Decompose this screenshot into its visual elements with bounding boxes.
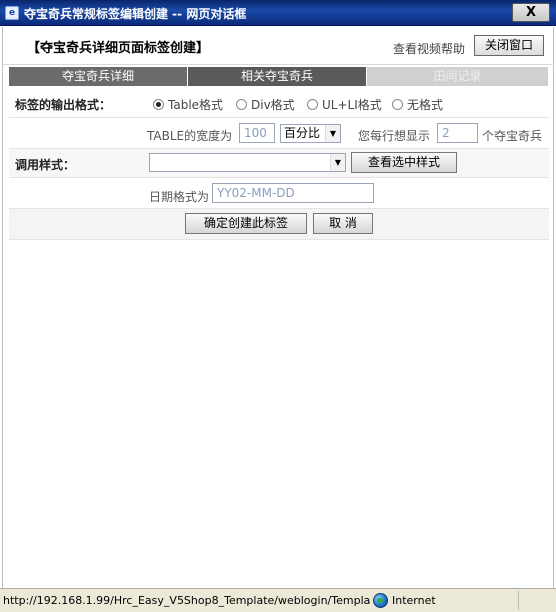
resize-grip[interactable]: [518, 591, 554, 610]
radio-checked-icon: [153, 99, 164, 110]
cancel-button[interactable]: 取 消: [313, 213, 373, 234]
style-select[interactable]: ▼: [149, 153, 346, 172]
close-window-button[interactable]: 关闭窗口: [474, 35, 544, 56]
per-row-input[interactable]: 2: [437, 123, 478, 143]
date-format-input[interactable]: YY02-MM-DD: [212, 183, 374, 203]
table-width-label: TABLE的宽度为: [147, 129, 233, 143]
radio-label: UL+LI格式: [322, 98, 382, 112]
tab-detail[interactable]: 夺宝奇兵详细: [9, 67, 188, 86]
tab-bar: 夺宝奇兵详细 相关夺宝奇兵 田间记录: [9, 67, 549, 86]
status-url: http://192.168.1.99/Hrc_Easy_V5Shop8_Tem…: [3, 594, 370, 607]
output-format-label: 标签的输出格式：: [15, 98, 112, 112]
page-title: 【夺宝奇兵详细页面标签创建】: [27, 41, 210, 56]
output-format-row: 标签的输出格式： Table格式 Div格式 UL+LI格式 无格式: [9, 89, 549, 118]
radio-unchecked-icon: [236, 99, 247, 110]
status-bar: http://192.168.1.99/Hrc_Easy_V5Shop8_Tem…: [0, 588, 556, 612]
actions-row: 确定创建此标签 取 消: [9, 209, 549, 240]
style-label: 调用样式：: [15, 158, 76, 172]
per-row-label: 您每行想显示: [358, 129, 431, 143]
dropdown-arrow-icon: ▼: [325, 125, 340, 142]
width-unit-select[interactable]: 百分比 ▼: [280, 124, 341, 143]
tab-record[interactable]: 田间记录: [367, 67, 549, 86]
radio-label: Table格式: [168, 98, 224, 112]
window-title: 夺宝奇兵常规标签编辑创建 -- 网页对话框: [24, 7, 247, 21]
style-row: 调用样式： ▼ 查看选中样式: [9, 149, 549, 178]
window-titlebar: e 夺宝奇兵常规标签编辑创建 -- 网页对话框 X: [0, 0, 556, 26]
radio-table-format[interactable]: Table格式: [153, 96, 223, 113]
ie-app-icon: e: [5, 6, 19, 20]
date-format-label: 日期格式为: [149, 190, 210, 204]
security-zone: Internet: [373, 593, 436, 608]
table-settings-row: TABLE的宽度为 100 百分比 ▼ 您每行想显示 2 个夺宝奇兵: [9, 118, 549, 149]
table-width-input[interactable]: 100: [239, 123, 275, 143]
dialog-body: 【夺宝奇兵详细页面标签创建】 查看视频帮助 关闭窗口 夺宝奇兵详细 相关夺宝奇兵…: [2, 27, 554, 588]
width-unit-value: 百分比: [284, 126, 321, 140]
radio-ul-li-format[interactable]: UL+LI格式: [307, 96, 382, 113]
window-close-button[interactable]: X: [512, 3, 550, 22]
security-zone-label: Internet: [392, 594, 436, 607]
radio-unchecked-icon: [307, 99, 318, 110]
video-help-link[interactable]: 查看视频帮助: [393, 40, 465, 57]
radio-label: 无格式: [407, 98, 444, 112]
date-format-row: 日期格式为 YY02-MM-DD: [9, 178, 549, 209]
confirm-create-button[interactable]: 确定创建此标签: [185, 213, 307, 234]
radio-div-format[interactable]: Div格式: [236, 96, 295, 113]
page-header: 【夺宝奇兵详细页面标签创建】 查看视频帮助 关闭窗口: [3, 27, 554, 65]
radio-label: Div格式: [251, 98, 295, 112]
per-row-suffix: 个夺宝奇兵: [482, 129, 543, 143]
view-style-button[interactable]: 查看选中样式: [351, 152, 457, 173]
radio-no-format[interactable]: 无格式: [392, 96, 443, 113]
radio-unchecked-icon: [392, 99, 403, 110]
tab-related[interactable]: 相关夺宝奇兵: [188, 67, 367, 86]
globe-icon: [373, 593, 388, 608]
dropdown-arrow-icon: ▼: [330, 154, 345, 171]
